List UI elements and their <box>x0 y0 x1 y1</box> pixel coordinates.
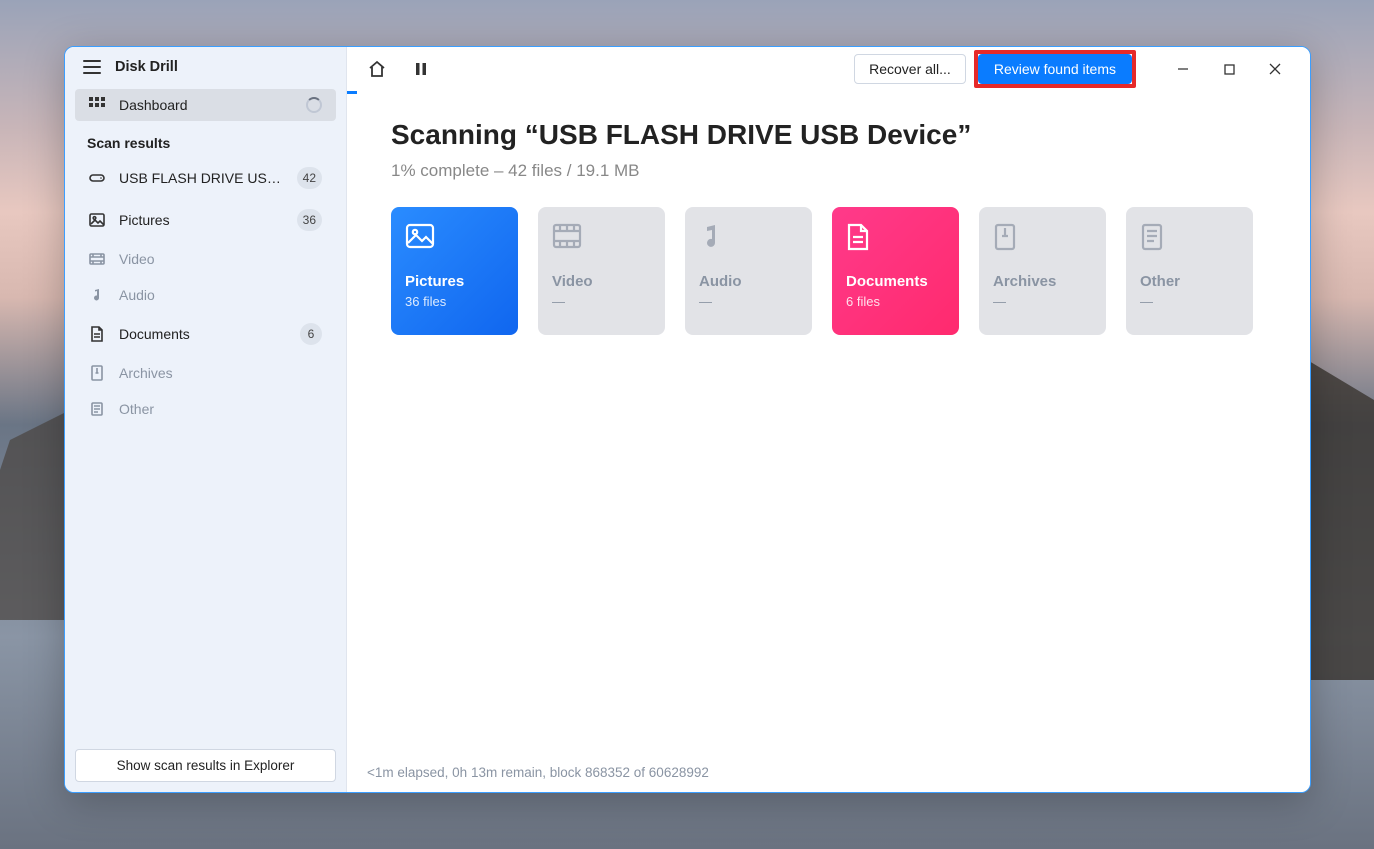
sidebar-item-video[interactable]: Video <box>75 243 336 275</box>
sidebar-item-label: Other <box>119 401 322 417</box>
sidebar-item-label: USB FLASH DRIVE USB D... <box>119 170 283 186</box>
sidebar-item-label: Audio <box>119 287 322 303</box>
sidebar: Disk Drill Dashboard Scan results USB FL… <box>65 47 347 792</box>
window-controls <box>1160 51 1298 87</box>
app-title: Disk Drill <box>115 59 178 75</box>
sidebar-item-label: Dashboard <box>119 97 292 113</box>
card-title: Audio <box>699 273 798 290</box>
card-title: Other <box>1140 273 1239 290</box>
card-title: Documents <box>846 273 945 290</box>
sidebar-item-label: Documents <box>119 326 286 342</box>
card-subtitle: — <box>993 294 1092 309</box>
content-area: Scanning “USB FLASH DRIVE USB Device” 1%… <box>347 91 1310 363</box>
sidebar-item-label: Archives <box>119 365 322 381</box>
card-subtitle: — <box>1140 294 1239 309</box>
home-button[interactable] <box>359 51 395 87</box>
sidebar-item-drive[interactable]: USB FLASH DRIVE USB D... 42 <box>75 159 336 197</box>
grid-icon <box>89 97 105 113</box>
page-title: Scanning “USB FLASH DRIVE USB Device” <box>391 119 1266 151</box>
archive-icon <box>993 223 1092 255</box>
recover-all-button[interactable]: Recover all... <box>854 54 966 84</box>
picture-icon <box>405 223 504 255</box>
maximize-button[interactable] <box>1206 51 1252 87</box>
app-window: Disk Drill Dashboard Scan results USB FL… <box>64 46 1311 793</box>
sidebar-item-label: Video <box>119 251 322 267</box>
show-in-explorer-button[interactable]: Show scan results in Explorer <box>75 749 336 782</box>
close-button[interactable] <box>1252 51 1298 87</box>
topbar: Recover all... Review found items <box>347 47 1310 91</box>
sidebar-item-documents[interactable]: Documents 6 <box>75 315 336 353</box>
card-subtitle: 6 files <box>846 294 945 309</box>
card-video[interactable]: Video — <box>538 207 665 335</box>
sidebar-item-archives[interactable]: Archives <box>75 357 336 389</box>
loading-spinner-icon <box>306 97 322 113</box>
count-badge: 42 <box>297 167 322 189</box>
minimize-button[interactable] <box>1160 51 1206 87</box>
main-panel: Recover all... Review found items Scanni… <box>347 47 1310 792</box>
status-bar: <1m elapsed, 0h 13m remain, block 868352… <box>347 753 1310 792</box>
card-archives[interactable]: Archives — <box>979 207 1106 335</box>
sidebar-item-pictures[interactable]: Pictures 36 <box>75 201 336 239</box>
document-icon <box>89 326 105 342</box>
page-subtitle: 1% complete – 42 files / 19.1 MB <box>391 161 1266 181</box>
archive-icon <box>89 365 105 381</box>
sidebar-item-label: Pictures <box>119 212 283 228</box>
card-title: Archives <box>993 273 1092 290</box>
card-pictures[interactable]: Pictures 36 files <box>391 207 518 335</box>
file-icon <box>1140 223 1239 255</box>
document-icon <box>846 223 945 255</box>
highlight-annotation: Review found items <box>974 50 1136 88</box>
drive-icon <box>89 170 105 186</box>
sidebar-footer: Show scan results in Explorer <box>65 739 346 792</box>
sidebar-header: Disk Drill <box>65 47 346 87</box>
menu-icon[interactable] <box>83 60 101 74</box>
video-icon <box>89 251 105 267</box>
card-subtitle: 36 files <box>405 294 504 309</box>
file-icon <box>89 401 105 417</box>
card-title: Pictures <box>405 273 504 290</box>
card-subtitle: — <box>699 294 798 309</box>
pause-button[interactable] <box>403 51 439 87</box>
sidebar-item-dashboard[interactable]: Dashboard <box>75 89 336 121</box>
review-found-items-button[interactable]: Review found items <box>978 54 1132 84</box>
sidebar-item-audio[interactable]: Audio <box>75 279 336 311</box>
sidebar-item-other[interactable]: Other <box>75 393 336 425</box>
card-other[interactable]: Other — <box>1126 207 1253 335</box>
card-subtitle: — <box>552 294 651 309</box>
picture-icon <box>89 212 105 228</box>
card-documents[interactable]: Documents 6 files <box>832 207 959 335</box>
count-badge: 6 <box>300 323 322 345</box>
progress-indicator <box>347 91 357 94</box>
count-badge: 36 <box>297 209 322 231</box>
audio-icon <box>89 287 105 303</box>
sidebar-section-title: Scan results <box>65 123 346 157</box>
audio-icon <box>699 223 798 255</box>
video-icon <box>552 223 651 255</box>
card-audio[interactable]: Audio — <box>685 207 812 335</box>
category-cards: Pictures 36 files Video — Audio — <box>391 207 1266 335</box>
card-title: Video <box>552 273 651 290</box>
